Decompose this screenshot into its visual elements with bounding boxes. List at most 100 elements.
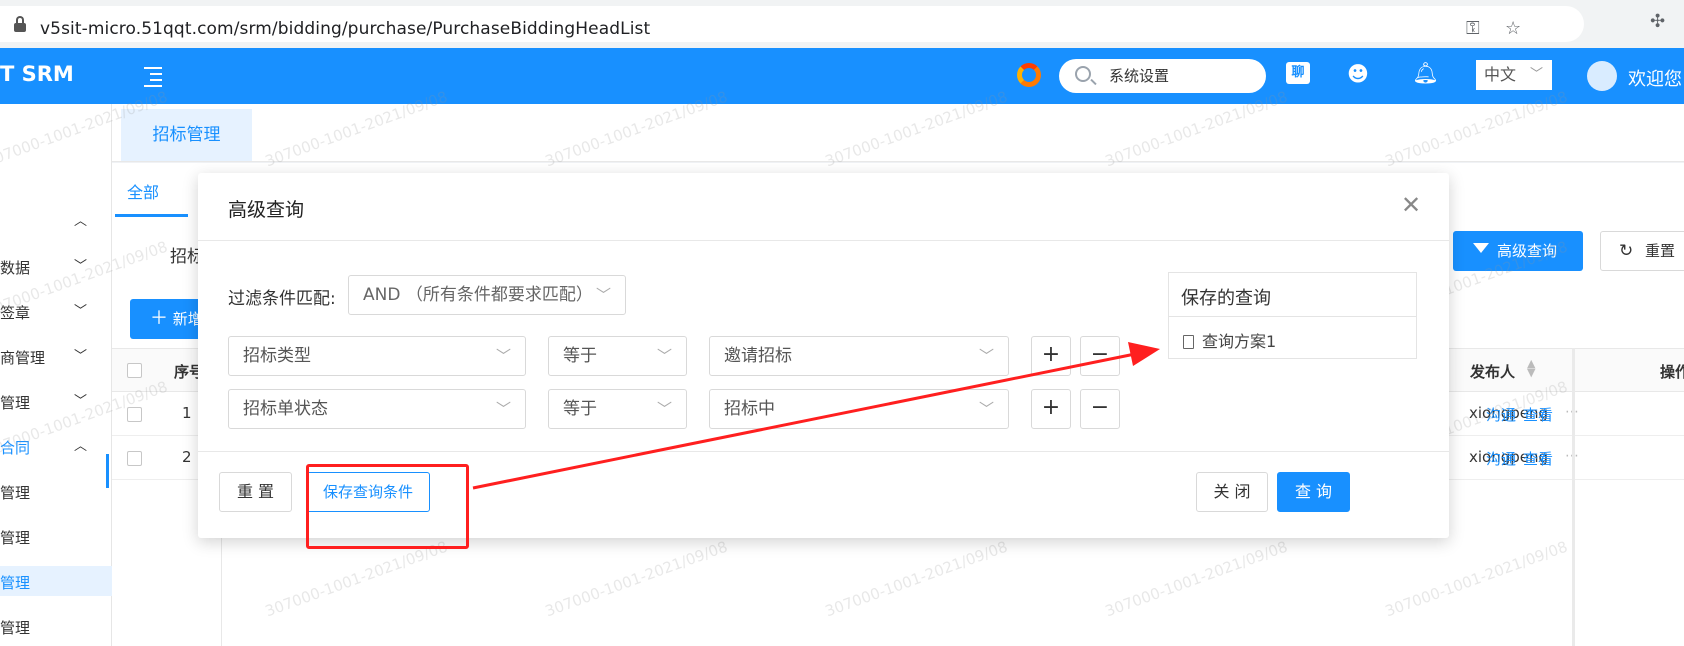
sidebar-item-2[interactable]: 签章 ﹀ — [0, 296, 112, 326]
refresh-icon: ↻ — [1619, 241, 1634, 261]
condition-operator-select[interactable]: 等于 ﹀ — [548, 389, 687, 429]
lock-icon[interactable] — [14, 16, 26, 33]
sidebar-item-7[interactable]: 管理 — [0, 521, 112, 551]
condition-field-select[interactable]: 招标类型 ﹀ — [228, 336, 526, 376]
filter-icon — [1473, 243, 1489, 253]
condition-field-select[interactable]: 招标单状态 ﹀ — [228, 389, 526, 429]
menu-search[interactable] — [1059, 59, 1266, 93]
chevron-down-icon: ﹀ — [656, 400, 672, 418]
advanced-query-label: 高级查询 — [1497, 242, 1558, 260]
support-agent-icon[interactable]: ☻ — [1347, 62, 1369, 86]
file-icon — [1183, 335, 1194, 349]
star-icon[interactable]: ☆ — [1505, 18, 1521, 39]
condition-value-select[interactable]: 邀请招标 ﹀ — [709, 336, 1009, 376]
remove-condition-button[interactable]: − — [1080, 389, 1120, 429]
sidebar-item-label: 管理 — [0, 619, 31, 637]
communicate-link[interactable]: 沟通 — [1486, 404, 1516, 425]
extensions-icon[interactable]: ✣ — [1650, 11, 1665, 32]
condition-operator-value: 等于 — [563, 346, 597, 366]
remove-condition-button[interactable]: − — [1080, 336, 1120, 376]
column-header-actions: 操作 — [1660, 363, 1684, 381]
condition-value-text: 招标中 — [724, 399, 775, 419]
column-header-publisher[interactable]: 发布人 — [1470, 361, 1515, 382]
sidebar-item-label: 管理 — [0, 394, 31, 412]
plus-icon: ＋ — [150, 308, 168, 329]
saved-queries-panel: 保存的查询 查询方案1 — [1168, 272, 1417, 359]
add-condition-button[interactable]: + — [1031, 336, 1071, 376]
row-checkbox[interactable] — [127, 451, 142, 466]
language-value: 中文 — [1484, 65, 1517, 84]
brand-logo: T SRM — [0, 62, 74, 86]
condition-field-value: 招标单状态 — [243, 399, 328, 419]
chevron-down-icon: ﹀ — [1529, 67, 1543, 82]
tab-active-underline — [115, 214, 188, 217]
chevron-down-icon: ﹀ — [74, 304, 88, 319]
sidebar-item-5[interactable]: 合同 ︿ — [0, 431, 112, 461]
condition-operator-value: 等于 — [563, 399, 597, 419]
chevron-down-icon: ﹀ — [656, 347, 672, 365]
close-icon[interactable]: ✕ — [1401, 191, 1421, 219]
select-all-checkbox[interactable] — [127, 363, 142, 378]
sidebar-item-8[interactable]: 管理 — [0, 566, 112, 596]
app-switch-icon[interactable] — [1017, 63, 1041, 87]
view-link[interactable]: 查看 — [1523, 448, 1553, 469]
modal-header: 高级查询 ✕ — [198, 173, 1449, 241]
advanced-query-button[interactable]: 高级查询 — [1453, 231, 1583, 271]
sidebar-item-label: 数据 — [0, 259, 31, 277]
chevron-down-icon: ﹀ — [495, 400, 511, 418]
chat-icon[interactable]: 聊 — [1286, 62, 1310, 84]
row-index: 1 — [182, 404, 192, 422]
reset-button[interactable]: ↻ 重置 — [1600, 231, 1684, 271]
menu-fold-icon[interactable] — [138, 62, 164, 88]
modal-query-button[interactable]: 查 询 — [1277, 472, 1350, 512]
saved-queries-title: 保存的查询 — [1169, 273, 1416, 317]
reset-label: 重置 — [1645, 242, 1676, 260]
welcome-text: 欢迎您 — [1628, 69, 1682, 90]
sort-icon[interactable]: ▲ ▼ — [1527, 358, 1535, 378]
condition-value-select[interactable]: 招标中 ﹀ — [709, 389, 1009, 429]
communicate-link[interactable]: 沟通 — [1486, 448, 1516, 469]
modal-reset-button[interactable]: 重 置 — [219, 472, 292, 512]
row-index: 2 — [182, 448, 192, 466]
annotation-highlight-box — [306, 464, 469, 549]
sidebar-item-6[interactable]: 管理 — [0, 476, 112, 506]
match-mode-select[interactable]: AND （所有条件都要求匹配） ﹀ — [348, 275, 626, 315]
chevron-down-icon: ﹀ — [978, 347, 994, 365]
language-select[interactable]: 中文 ﹀ — [1476, 60, 1552, 90]
url-field[interactable]: v5sit-micro.51qqt.com/srm/bidding/purcha… — [0, 6, 1584, 42]
chevron-down-icon: ﹀ — [74, 349, 88, 364]
page-tab-bar: 招标管理 — [112, 104, 1684, 162]
bell-icon[interactable]: 🔔︎ — [1412, 61, 1439, 86]
sidebar-item-0[interactable]: ︿ — [0, 206, 112, 236]
tab-all[interactable]: 全部 — [127, 179, 159, 203]
sidebar: ︿ 数据 ﹀ 签章 ﹀ 商管理 ﹀ 管理 ﹀ 合同 ︿ 管理 管理 管理 管理 — [0, 104, 112, 646]
saved-query-item[interactable]: 查询方案1 — [1183, 328, 1276, 352]
avatar[interactable] — [1587, 61, 1617, 91]
add-condition-button[interactable]: + — [1031, 389, 1071, 429]
url-text[interactable]: v5sit-micro.51qqt.com/srm/bidding/purcha… — [40, 19, 650, 39]
chevron-down-icon: ﹀ — [978, 400, 994, 418]
row-checkbox[interactable] — [127, 407, 142, 422]
sidebar-item-3[interactable]: 商管理 ﹀ — [0, 341, 112, 371]
view-link[interactable]: 查看 — [1523, 404, 1553, 425]
key-icon[interactable]: ⚿ — [1466, 18, 1480, 39]
app-header: T SRM 聊 ☻ 🔔︎ 中文 ﹀ 欢迎您 — [0, 48, 1684, 104]
chevron-down-icon: ﹀ — [595, 286, 611, 304]
sidebar-item-4[interactable]: 管理 ﹀ — [0, 386, 112, 416]
condition-operator-select[interactable]: 等于 ﹀ — [548, 336, 687, 376]
sidebar-item-label: 商管理 — [0, 349, 46, 367]
sidebar-item-9[interactable]: 管理 — [0, 611, 112, 641]
search-icon — [1075, 66, 1091, 82]
tab-bidding-management[interactable]: 招标管理 — [121, 109, 252, 161]
sidebar-item-label: 管理 — [0, 574, 31, 592]
match-mode-label: 过滤条件匹配: — [228, 289, 336, 309]
chevron-up-icon: ︿ — [74, 214, 88, 229]
chevron-down-icon: ﹀ — [495, 347, 511, 365]
condition-value-text: 邀请招标 — [724, 346, 792, 366]
modal-close-button[interactable]: 关 闭 — [1196, 472, 1268, 512]
match-mode-value: AND （所有条件都要求匹配） — [363, 285, 593, 305]
condition-field-value: 招标类型 — [243, 346, 311, 366]
chevron-down-icon: ﹀ — [74, 259, 88, 274]
sidebar-item-1[interactable]: 数据 ﹀ — [0, 251, 112, 281]
menu-search-input[interactable] — [1109, 66, 1254, 84]
